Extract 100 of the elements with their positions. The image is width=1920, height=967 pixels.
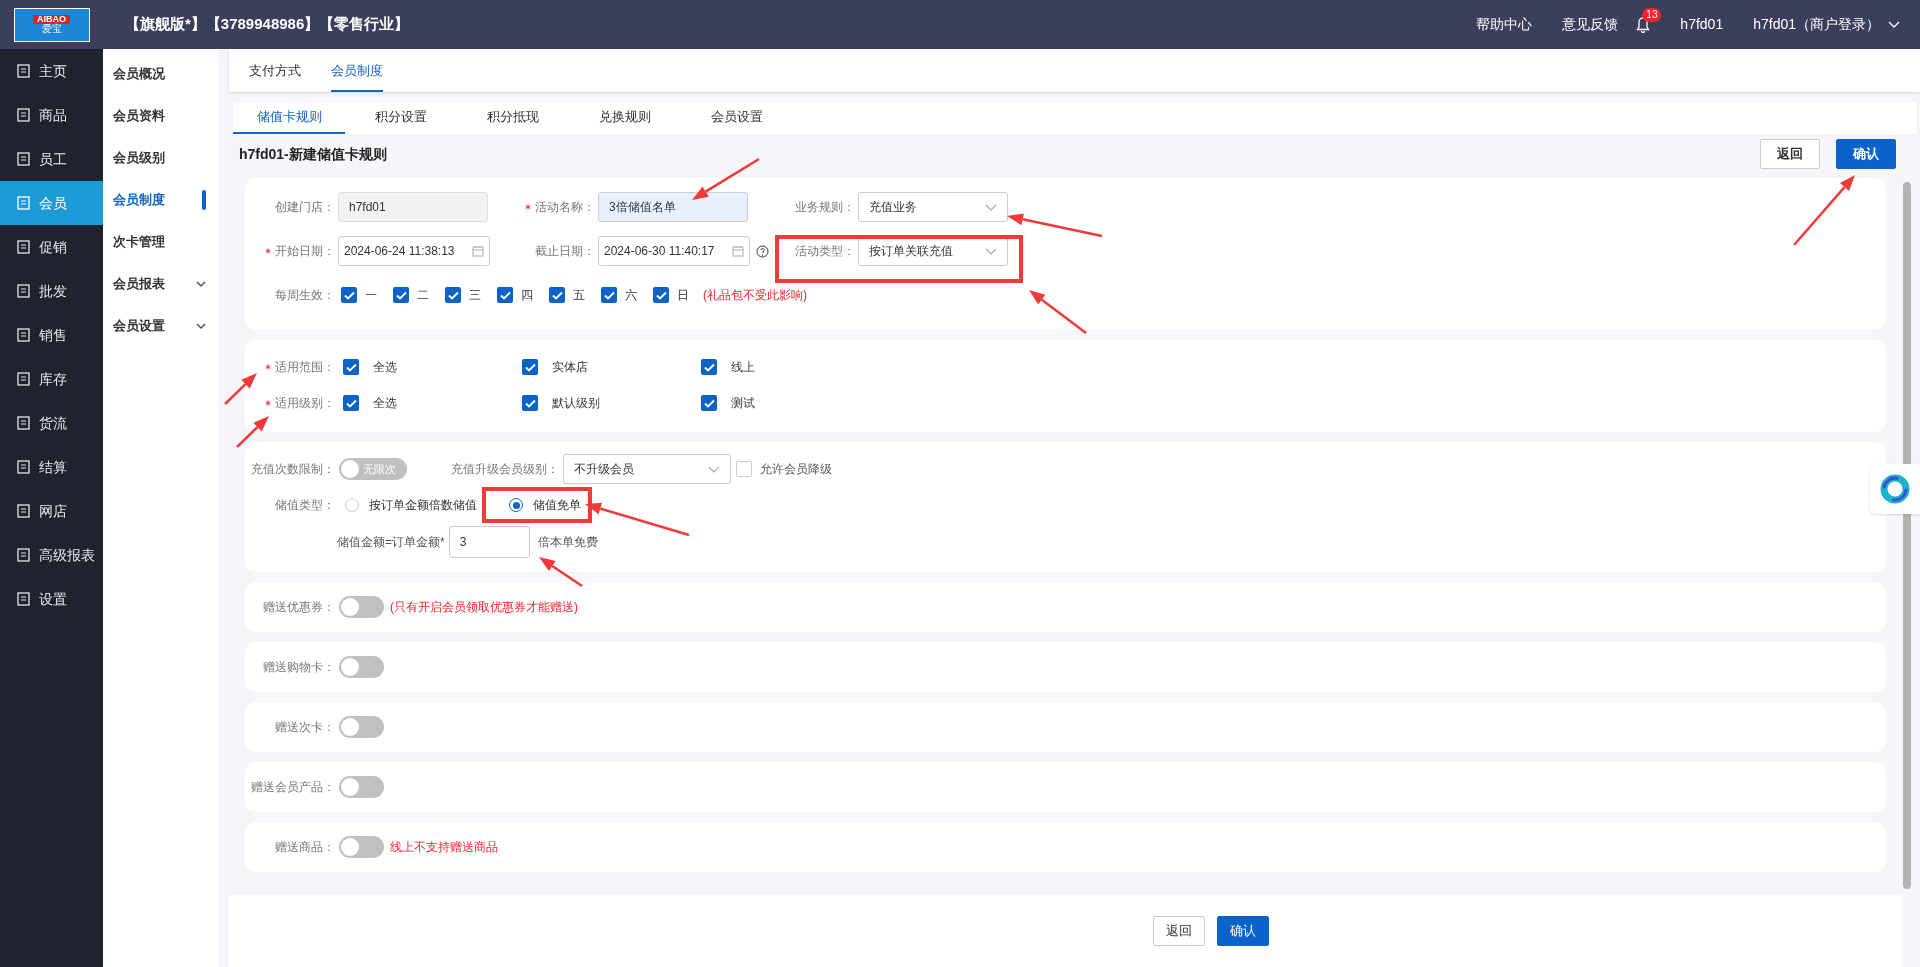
input-field[interactable]: 3倍储值名单 (598, 192, 748, 222)
field-label: 赠送商品： (275, 839, 335, 856)
sub-tab[interactable]: 积分设置 (345, 106, 457, 134)
field-label: 赠送次卡： (275, 719, 335, 736)
checkbox[interactable] (701, 395, 717, 411)
toggle-switch[interactable] (339, 716, 384, 738)
chevron-down-icon (196, 322, 206, 330)
sidebar-item[interactable]: 批发 (0, 269, 103, 313)
toggle-switch[interactable] (339, 836, 384, 858)
menu-item-icon (16, 371, 31, 387)
checkbox-label: 实体店 (552, 359, 588, 376)
sidebar-item[interactable]: 高级报表 (0, 533, 103, 577)
calendar-icon (472, 245, 484, 257)
checkbox-label: 六 (625, 287, 637, 304)
checkbox[interactable] (343, 359, 359, 375)
field-label: 业务规则： (795, 199, 855, 216)
sidebar-item[interactable]: 促销 (0, 225, 103, 269)
checkbox-label: 测试 (731, 395, 755, 412)
sub-tab[interactable]: 储值卡规则 (233, 106, 345, 134)
chevron-down-icon (196, 280, 206, 288)
sub-tab[interactable]: 积分抵现 (457, 106, 569, 134)
toggle-switch[interactable] (339, 776, 384, 798)
menu-item-icon (16, 107, 31, 123)
checkbox[interactable] (522, 359, 538, 375)
menu-item-icon (16, 151, 31, 167)
bell-icon (1636, 16, 1651, 33)
confirm-button[interactable]: 确认 (1216, 916, 1269, 946)
sidebar-item[interactable]: 设置 (0, 577, 103, 621)
input-field[interactable]: 3 (448, 526, 530, 558)
scrollbar-thumb[interactable] (1903, 182, 1911, 889)
input-field[interactable]: h7fd01 (338, 192, 488, 222)
top-tab[interactable]: 会员制度 (331, 60, 383, 92)
account-menu[interactable]: h7fd01（商户登录） (1753, 14, 1880, 35)
field-label: 适用范围： (275, 359, 335, 376)
checkbox[interactable] (736, 461, 752, 477)
submenu-item[interactable]: 会员资料 (103, 95, 218, 137)
checkbox-label: 默认级别 (552, 395, 600, 412)
checkbox[interactable] (343, 395, 359, 411)
field-label: 赠送会员产品： (251, 779, 335, 796)
submenu-item[interactable]: 会员设置 (103, 305, 218, 347)
submenu-item[interactable]: 会员制度 (103, 179, 218, 221)
field-label: 活动名称： (535, 199, 595, 216)
checkbox[interactable] (549, 287, 565, 303)
checkbox[interactable] (445, 287, 461, 303)
required-icon (525, 203, 531, 211)
floating-widget[interactable] (1870, 464, 1920, 514)
checkbox-label: 三 (469, 287, 481, 304)
note-text: (只有开启会员领取优惠券才能赠送) (390, 599, 578, 616)
menu-item-icon (16, 591, 31, 607)
checkbox-label: 二 (417, 287, 429, 304)
checkbox[interactable] (497, 287, 513, 303)
username: h7fd01 (1680, 15, 1724, 34)
active-indicator (202, 190, 206, 210)
sidebar-item[interactable]: 员工 (0, 137, 103, 181)
checkbox[interactable] (393, 287, 409, 303)
checkbox-label: 全选 (373, 395, 397, 412)
help-icon (756, 244, 769, 258)
checkbox[interactable] (653, 287, 669, 303)
submenu-item[interactable]: 会员概况 (103, 53, 218, 95)
sidebar-item[interactable]: 库存 (0, 357, 103, 401)
sidebar-item[interactable]: 结算 (0, 445, 103, 489)
checkbox[interactable] (341, 287, 357, 303)
submenu-item[interactable]: 会员报表 (103, 263, 218, 305)
note-text: 线上不支持赠送商品 (390, 839, 498, 856)
confirm-button[interactable]: 确认 (1836, 139, 1896, 169)
select-field[interactable]: 充值业务 (858, 192, 1008, 222)
header-link[interactable]: 意见反馈 (1562, 14, 1619, 35)
checkbox[interactable] (601, 287, 617, 303)
back-button[interactable]: 返回 (1760, 139, 1820, 169)
sidebar-item[interactable]: 销售 (0, 313, 103, 357)
toggle-switch[interactable] (339, 596, 384, 618)
top-tab[interactable]: 支付方式 (249, 60, 301, 92)
field-label: 创建门店： (275, 199, 335, 216)
chevron-down-icon (708, 465, 720, 473)
sidebar-item[interactable]: 主页 (0, 49, 103, 93)
checkbox[interactable] (701, 359, 717, 375)
checkbox-label: 全选 (373, 359, 397, 376)
submenu-item[interactable]: 次卡管理 (103, 221, 218, 263)
date-field[interactable]: 2024-06-24 11:38:13 (338, 236, 490, 266)
sidebar-item[interactable]: 货流 (0, 401, 103, 445)
checkbox-label: 允许会员降级 (760, 461, 832, 478)
checkbox-label: 日 (677, 287, 689, 304)
page-title: h7fd01-新建储值卡规则 (239, 144, 387, 164)
menu-item-icon (16, 547, 31, 563)
header-link[interactable]: 帮助中心 (1476, 14, 1533, 35)
menu-item-icon (16, 415, 31, 431)
sub-tab[interactable]: 会员设置 (681, 106, 793, 134)
sidebar-item[interactable]: 网店 (0, 489, 103, 533)
sub-tab[interactable]: 兑换规则 (569, 106, 681, 134)
back-button[interactable]: 返回 (1152, 916, 1205, 946)
field-label: 活动类型： (795, 243, 855, 260)
sidebar-item[interactable]: 商品 (0, 93, 103, 137)
select-field[interactable]: 不升级会员 (563, 454, 731, 484)
checkbox[interactable] (522, 395, 538, 411)
annotation-arrow (692, 157, 760, 200)
date-field[interactable]: 2024-06-30 11:40:17 (598, 236, 750, 266)
menu-item-icon (16, 195, 31, 211)
toggle-switch[interactable] (339, 656, 384, 678)
submenu-item[interactable]: 会员级别 (103, 137, 218, 179)
annotation-arrow (539, 557, 583, 588)
